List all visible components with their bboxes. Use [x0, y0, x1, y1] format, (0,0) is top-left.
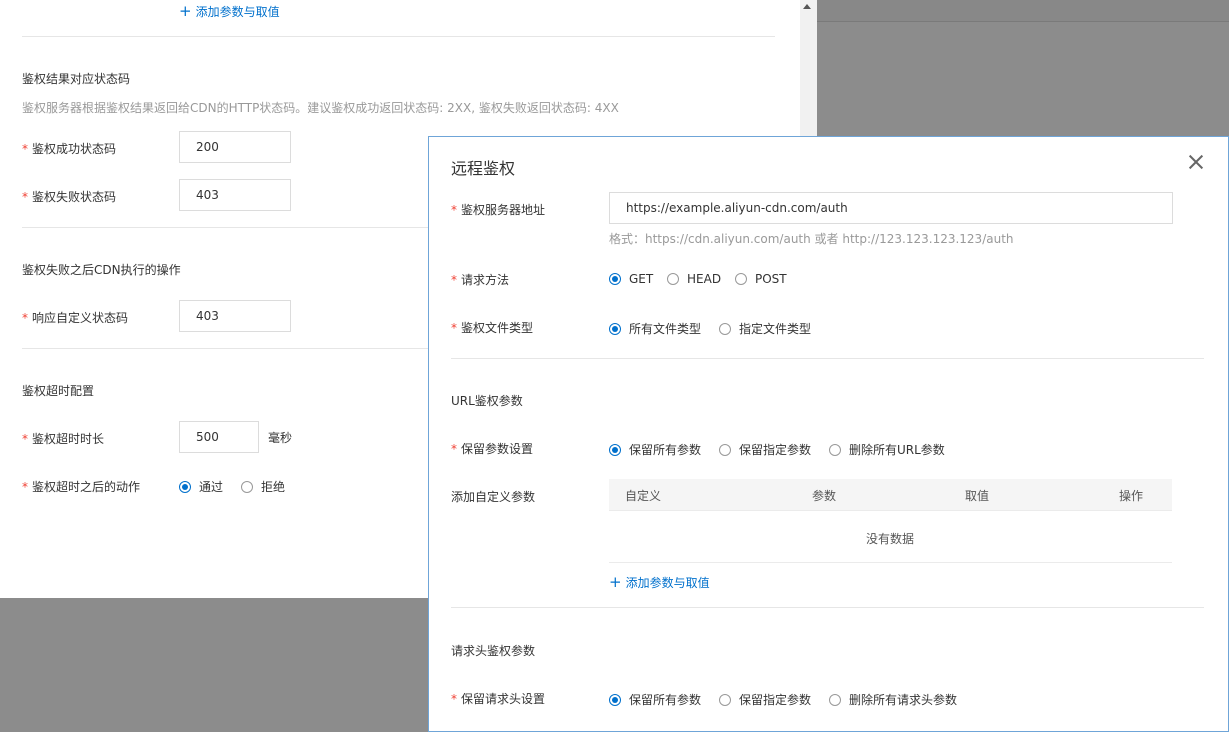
- radio-specific-filetypes[interactable]: 指定文件类型: [719, 320, 811, 337]
- add-param-link[interactable]: + 添加参数与取值: [609, 573, 710, 591]
- radio-method-head[interactable]: HEAD: [667, 272, 721, 286]
- divider: [451, 358, 1204, 359]
- radio-checked-icon: [609, 273, 621, 285]
- radio-delete-url-params[interactable]: 删除所有URL参数: [829, 441, 945, 458]
- timeout-unit: 毫秒: [268, 431, 293, 445]
- timeout-action-label: * 鉴权超时之后的动作: [22, 480, 141, 494]
- divider: [451, 607, 1204, 608]
- url-section-title: URL鉴权参数: [451, 394, 523, 408]
- radio-all-filetypes[interactable]: 所有文件类型: [609, 320, 701, 337]
- header-section-title: 请求头鉴权参数: [451, 644, 536, 658]
- radio-checked-icon: [609, 693, 621, 706]
- table-empty-text: 没有数据: [866, 532, 915, 546]
- radio-unchecked-icon: [829, 693, 841, 706]
- section-title-timeout: 鉴权超时配置: [22, 384, 95, 398]
- table-border: [609, 510, 1172, 511]
- radio-checked-icon: [609, 322, 621, 335]
- overlay-top-strip: [817, 0, 1229, 22]
- custom-code-label: * 响应自定义状态码: [22, 311, 129, 325]
- section-description: 鉴权服务器根据鉴权结果返回给CDN的HTTP状态码。建议鉴权成功返回状态码: 2…: [22, 101, 619, 115]
- section-title-fail-action: 鉴权失败之后CDN执行的操作: [22, 263, 181, 277]
- radio-keep-all-params[interactable]: 保留所有参数: [609, 441, 701, 458]
- table-header-action: 操作: [1119, 489, 1144, 503]
- divider: [22, 36, 775, 37]
- radio-keep-all-headers[interactable]: 保留所有参数: [609, 691, 701, 708]
- keep-param-label: * 保留参数设置: [451, 442, 534, 456]
- radio-checked-icon: [609, 443, 621, 456]
- method-label: * 请求方法: [451, 273, 510, 287]
- radio-keep-specific-params[interactable]: 保留指定参数: [719, 441, 811, 458]
- section-title-status: 鉴权结果对应状态码: [22, 72, 131, 86]
- radio-unchecked-icon: [719, 322, 731, 335]
- remote-auth-dialog: 远程鉴权 * 鉴权服务器地址 https://example.aliyun-cdn…: [428, 136, 1229, 732]
- scroll-up-arrow-icon[interactable]: [803, 4, 811, 9]
- radio-method-get[interactable]: GET: [609, 272, 653, 286]
- custom-code-input[interactable]: 403: [179, 300, 291, 332]
- timeout-duration-input[interactable]: 500: [179, 421, 259, 453]
- table-header-custom: 自定义: [625, 489, 662, 503]
- radio-delete-header-params[interactable]: 删除所有请求头参数: [829, 691, 957, 708]
- radio-unchecked-icon: [719, 443, 731, 456]
- dialog-title: 远程鉴权: [451, 159, 516, 178]
- server-address-hint: 格式：https://cdn.aliyun.com/auth 或者 http:/…: [609, 232, 1014, 246]
- custom-param-label: 添加自定义参数: [451, 490, 536, 504]
- add-param-link[interactable]: + 添加参数与取值: [179, 2, 280, 20]
- radio-unchecked-icon: [735, 273, 747, 285]
- radio-keep-specific-headers[interactable]: 保留指定参数: [719, 691, 811, 708]
- table-header-value: 取值: [965, 489, 990, 503]
- filetype-label: * 鉴权文件类型: [451, 321, 534, 335]
- radio-unchecked-icon: [241, 480, 253, 493]
- radio-unchecked-icon: [829, 443, 841, 456]
- fail-code-label: * 鉴权失败状态码: [22, 190, 117, 204]
- fail-code-input[interactable]: 403: [179, 179, 291, 211]
- keep-header-label: * 保留请求头设置: [451, 692, 546, 706]
- table-header-param: 参数: [812, 489, 837, 503]
- server-address-label: * 鉴权服务器地址: [451, 203, 546, 217]
- param-table-header: [609, 479, 1172, 510]
- close-icon[interactable]: [1187, 153, 1205, 171]
- timeout-duration-label: * 鉴权超时时长: [22, 432, 105, 446]
- table-border: [609, 562, 1172, 563]
- plus-icon: +: [609, 573, 622, 591]
- success-code-input[interactable]: 200: [179, 131, 291, 163]
- radio-unchecked-icon: [667, 273, 679, 285]
- radio-method-post[interactable]: POST: [735, 272, 787, 286]
- success-code-label: * 鉴权成功状态码: [22, 142, 117, 156]
- plus-icon: +: [179, 2, 192, 20]
- radio-checked-icon: [179, 480, 191, 493]
- radio-reject[interactable]: 拒绝: [241, 478, 285, 495]
- radio-pass[interactable]: 通过: [179, 478, 223, 495]
- server-address-input[interactable]: https://example.aliyun-cdn.com/auth: [609, 192, 1173, 224]
- radio-unchecked-icon: [719, 693, 731, 706]
